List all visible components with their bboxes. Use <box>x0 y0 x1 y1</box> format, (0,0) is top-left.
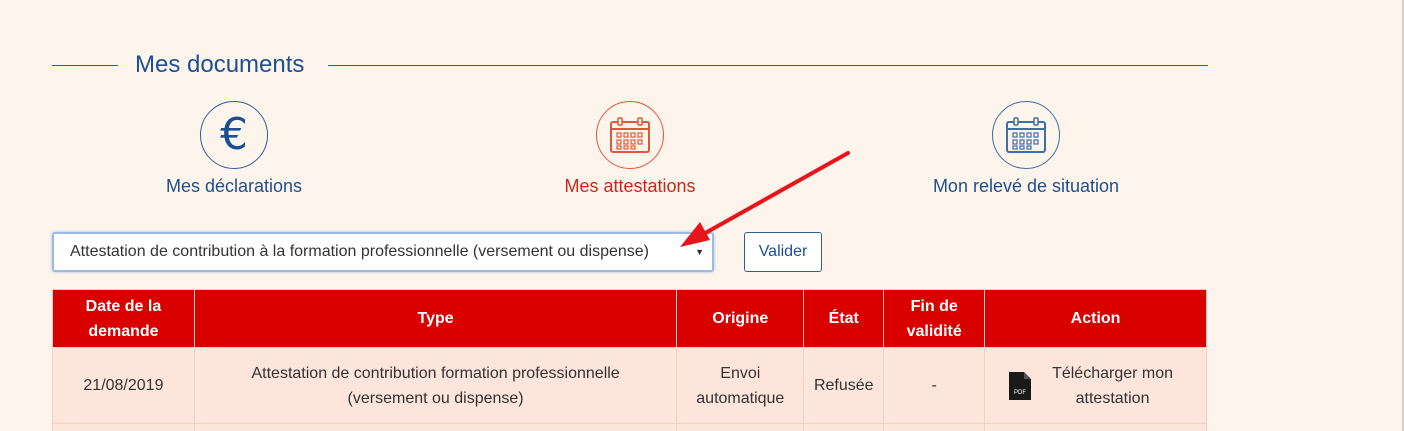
euro-icon: € <box>200 101 268 169</box>
attestation-type-select[interactable]: Attestation de contribution à la formati… <box>52 232 714 272</box>
tile-label: Mes déclarations <box>165 176 303 196</box>
download-attestation-link[interactable]: Télécharger mon attestation <box>1043 361 1183 411</box>
calendar-icon <box>992 101 1060 169</box>
table-header-row: Date de la demande Type Origine État Fin… <box>52 289 1207 348</box>
table-cell <box>676 423 805 431</box>
cell-fin-validite: - <box>883 347 986 424</box>
pdf-icon[interactable]: PDF <box>1008 371 1031 400</box>
column-header-type[interactable]: Type <box>193 289 678 348</box>
column-header-fin-validite[interactable]: Fin de validité <box>883 289 986 348</box>
table-row: 21/08/2019 Attestation de contribution f… <box>52 347 1207 424</box>
divider <box>52 65 118 66</box>
pdf-icon-text: PDF <box>1014 390 1026 396</box>
table-cell <box>52 423 195 431</box>
cell-etat: Refusée <box>803 347 885 424</box>
tile-mes-declarations[interactable]: € Mes déclarations <box>84 101 384 201</box>
table-row <box>52 423 1207 431</box>
cell-origine: Envoi automatique <box>676 347 805 424</box>
tile-mon-releve-de-situation[interactable]: Mon relevé de situation <box>876 101 1176 201</box>
column-header-date[interactable]: Date de la demande <box>52 289 195 348</box>
cell-action: PDF Télécharger mon attestation <box>984 347 1207 424</box>
select-value: Attestation de contribution à la formati… <box>70 243 649 260</box>
column-header-action: Action <box>984 289 1207 348</box>
cell-date: 21/08/2019 <box>52 347 195 424</box>
calendar-icon <box>596 101 664 169</box>
table-cell <box>193 423 678 431</box>
divider <box>328 65 1208 66</box>
column-header-etat[interactable]: État <box>803 289 885 348</box>
annotation-arrow-icon <box>680 151 850 247</box>
table-cell <box>883 423 986 431</box>
table-cell <box>803 423 885 431</box>
documents-table: Date de la demande Type Origine État Fin… <box>52 289 1207 431</box>
cell-type: Attestation de contribution formation pr… <box>193 347 678 424</box>
table-cell <box>984 423 1207 431</box>
column-header-origine[interactable]: Origine <box>676 289 805 348</box>
section-header: Mes documents <box>52 50 1208 80</box>
section-title: Mes documents <box>135 51 305 78</box>
tile-label: Mon relevé de situation <box>932 176 1120 196</box>
